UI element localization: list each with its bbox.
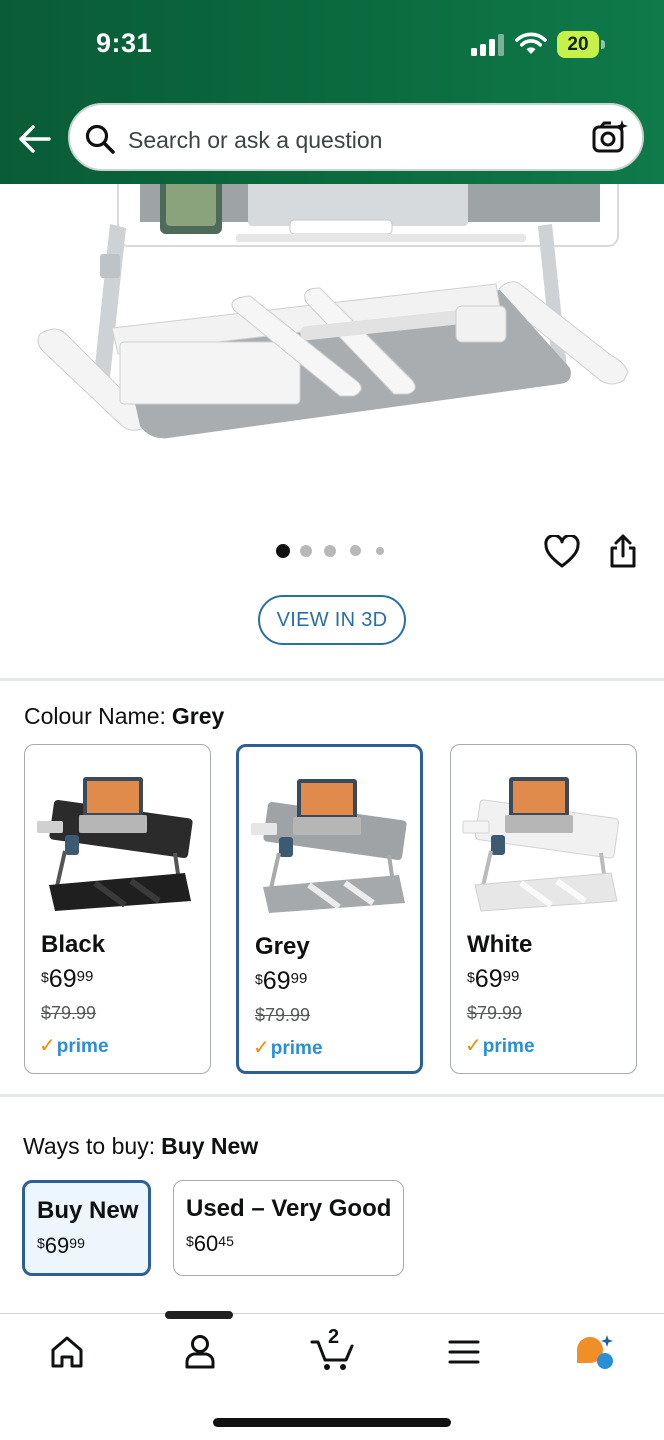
battery-level: 20 xyxy=(557,31,599,58)
buy-option-title: Buy New xyxy=(37,1197,139,1224)
colour-option-old-price: $79.99 xyxy=(41,1003,97,1023)
selected-colour: Grey xyxy=(171,703,225,729)
buy-option-used-very-good[interactable]: Used – Very Good $6045 xyxy=(173,1180,404,1276)
prime-badge: ✓prime xyxy=(465,1035,535,1057)
selected-buy-option: Buy New xyxy=(161,1133,259,1159)
search-placeholder: Search or ask a question xyxy=(128,127,383,153)
prime-badge: ✓prime xyxy=(39,1035,109,1057)
product-thumbnail xyxy=(462,777,620,912)
product-thumbnail xyxy=(37,777,193,911)
colour-option-price: $6999 xyxy=(467,965,520,993)
colour-option-price: $6999 xyxy=(255,967,308,995)
wishlist-heart-icon[interactable] xyxy=(544,535,580,569)
section-divider xyxy=(0,1094,664,1097)
product-image[interactable] xyxy=(0,184,664,514)
buy-option-new[interactable]: Buy New $6999 xyxy=(22,1180,151,1276)
colour-option-old-price: $79.99 xyxy=(255,1005,311,1025)
back-arrow-icon[interactable] xyxy=(16,120,54,158)
colour-option-grey[interactable]: Grey $6999 $79.99 ✓prime xyxy=(236,744,423,1074)
colour-option-white[interactable]: White $6999 $79.99 ✓prime xyxy=(450,744,637,1074)
wifi-icon xyxy=(515,32,547,54)
carousel-dot-active[interactable] xyxy=(276,544,290,558)
section-divider xyxy=(0,678,664,681)
cart-icon[interactable]: 2 xyxy=(310,1326,356,1372)
colour-option-name: White xyxy=(467,931,533,958)
buy-option-price: $6045 xyxy=(186,1231,234,1256)
search-icon xyxy=(85,124,115,154)
carousel-dot[interactable] xyxy=(376,547,384,555)
camera-search-icon[interactable] xyxy=(592,119,628,155)
prime-badge: ✓prime xyxy=(253,1037,323,1059)
colour-option-name: Grey xyxy=(255,933,310,960)
cart-count-badge: 2 xyxy=(328,1326,340,1348)
colour-option-price: $6999 xyxy=(41,965,94,993)
status-time: 9:31 xyxy=(96,28,153,58)
colour-option-black[interactable]: Black $6999 $79.99 ✓prime xyxy=(24,744,211,1074)
account-icon[interactable] xyxy=(180,1332,220,1372)
colour-name-label: Colour Name: Grey xyxy=(24,703,225,729)
home-icon[interactable] xyxy=(47,1332,87,1372)
carousel-dot[interactable] xyxy=(350,545,361,556)
rufus-assistant-icon[interactable] xyxy=(574,1332,614,1372)
product-thumbnail xyxy=(251,779,407,913)
colour-option-name: Black xyxy=(41,931,106,958)
carousel-dot[interactable] xyxy=(324,545,336,557)
share-icon[interactable] xyxy=(607,533,639,569)
view-in-3d-button[interactable]: VIEW IN 3D xyxy=(258,595,406,645)
cellular-signal-icon xyxy=(471,34,505,56)
carousel-dot[interactable] xyxy=(300,545,312,557)
buy-option-price: $6999 xyxy=(37,1233,85,1258)
battery-icon: 20 xyxy=(557,31,605,58)
app-header: 9:31 20 Search or ask a question xyxy=(0,0,664,184)
ways-to-buy-label: Ways to buy: Buy New xyxy=(23,1133,259,1159)
menu-icon[interactable] xyxy=(444,1332,484,1372)
search-input[interactable]: Search or ask a question xyxy=(68,103,644,171)
buy-option-title: Used – Very Good xyxy=(186,1195,392,1222)
sheet-grabber-handle[interactable] xyxy=(165,1311,233,1319)
home-indicator xyxy=(213,1418,451,1427)
colour-option-old-price: $79.99 xyxy=(467,1003,523,1023)
